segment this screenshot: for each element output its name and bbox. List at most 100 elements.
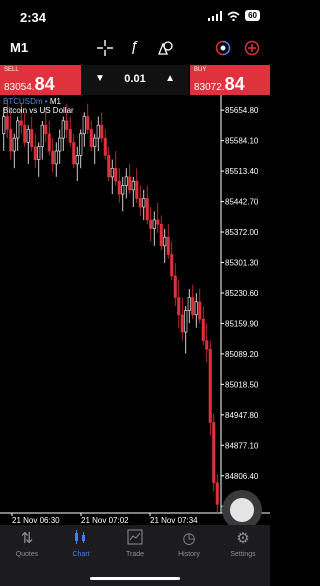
trade-icon [108, 529, 162, 547]
candle [208, 348, 212, 423]
home-indicator [90, 577, 180, 580]
tab-trade[interactable]: Trade [108, 529, 162, 558]
candle [107, 155, 111, 178]
battery-indicator: 60 [245, 10, 260, 21]
candle [163, 236, 167, 247]
price-axis-label: 85654.80 [225, 106, 259, 115]
price-axis-label: 84877.10 [225, 441, 259, 450]
buy-price: 83072.84 [194, 74, 245, 94]
candle [79, 133, 83, 156]
candle [68, 129, 72, 143]
candle [19, 120, 23, 126]
candle [135, 180, 139, 199]
candle [47, 133, 51, 152]
timeframe-button[interactable]: M1 [10, 40, 28, 55]
time-axis-label: 21 Nov 07:02 [81, 516, 129, 525]
candle [100, 124, 104, 139]
assistive-touch-button[interactable] [222, 490, 262, 530]
candle [9, 129, 13, 152]
candle [114, 167, 118, 182]
candle [23, 124, 27, 143]
candle [170, 254, 174, 277]
settings-icon: ⚙ [236, 530, 250, 547]
tab-chart[interactable]: Chart [54, 529, 108, 558]
candle [187, 297, 191, 311]
candle [212, 422, 216, 484]
candle [86, 116, 90, 130]
candle [124, 176, 128, 186]
tab-history[interactable]: ◷ History [162, 529, 216, 558]
sell-button[interactable]: SELL 83054.84 [0, 65, 81, 95]
chart-legend: BTCUSDm • M1 Bitcoin vs US Dollar [3, 97, 74, 115]
bottom-tab-bar: ⇅ Quotes Chart Trade ◷ History ⚙ Setting… [0, 525, 270, 586]
price-axis-label: 85230.60 [225, 289, 259, 298]
price-axis-label: 85584.10 [225, 137, 259, 146]
candle [205, 340, 209, 350]
candle [128, 176, 132, 191]
wifi-icon [227, 11, 240, 21]
symbol-name: BTCUSDm [3, 97, 43, 106]
candle [82, 116, 86, 135]
add-chart-icon[interactable] [244, 40, 260, 56]
tab-quotes[interactable]: ⇅ Quotes [0, 529, 54, 558]
candle [103, 137, 107, 156]
candle [61, 120, 65, 139]
candle [117, 180, 121, 195]
candle [54, 150, 58, 165]
candle [166, 236, 170, 255]
candle [40, 124, 44, 148]
chart-icon [54, 529, 108, 547]
candle [149, 219, 153, 229]
price-axis-label: 85089.20 [225, 350, 259, 359]
price-chart[interactable]: BTCUSDm • M1 Bitcoin vs US Dollar 85654.… [0, 95, 270, 525]
increase-lot-icon[interactable]: ▲ [165, 73, 175, 84]
candle [65, 120, 69, 130]
candle [198, 301, 202, 320]
function-icon[interactable]: ƒ [130, 38, 138, 55]
candle [5, 116, 9, 130]
assistive-touch-icon [230, 498, 254, 522]
symbol-description: Bitcoin vs US Dollar [3, 106, 74, 115]
trade-toggle-icon[interactable] [215, 40, 231, 56]
candle [110, 167, 114, 178]
candle [93, 137, 97, 148]
time-axis-label: 21 Nov 06:30 [12, 516, 60, 525]
candle [173, 275, 177, 298]
candle [191, 297, 195, 316]
status-bar: 2:34 60 [0, 0, 270, 34]
candle [138, 198, 142, 208]
candle [121, 185, 125, 195]
candle [177, 297, 181, 316]
candle [2, 116, 6, 135]
price-axis-label: 84947.80 [225, 411, 259, 420]
price-axis-label: 85018.50 [225, 380, 259, 389]
candle [37, 146, 41, 160]
candle [58, 137, 62, 152]
candle [30, 129, 34, 148]
candle [159, 223, 163, 247]
candle [142, 198, 146, 208]
sell-label: SELL [4, 67, 19, 73]
candle [33, 146, 37, 160]
price-axis-label: 85159.90 [225, 319, 259, 328]
candle [16, 120, 20, 139]
crosshair-icon[interactable] [97, 40, 113, 56]
candle [184, 310, 188, 333]
price-axis-label: 84806.40 [225, 472, 259, 481]
candle [131, 180, 135, 191]
tab-settings[interactable]: ⚙ Settings [216, 529, 270, 558]
candle [26, 129, 30, 143]
objects-icon[interactable] [157, 40, 173, 56]
signal-icon [208, 10, 223, 21]
candle [44, 124, 48, 135]
quotes-icon: ⇅ [20, 530, 34, 547]
buy-button[interactable]: BUY 83072.84 [190, 65, 270, 95]
candle [180, 314, 184, 333]
one-click-trade-panel: SELL 83054.84 ▼ 0.01 ▲ BUY 83072.84 [0, 65, 270, 95]
candle [89, 129, 93, 148]
candle [152, 219, 156, 229]
sell-price: 83054.84 [4, 74, 55, 94]
candle [145, 198, 149, 221]
buy-label: BUY [194, 67, 207, 73]
candle [156, 219, 160, 225]
